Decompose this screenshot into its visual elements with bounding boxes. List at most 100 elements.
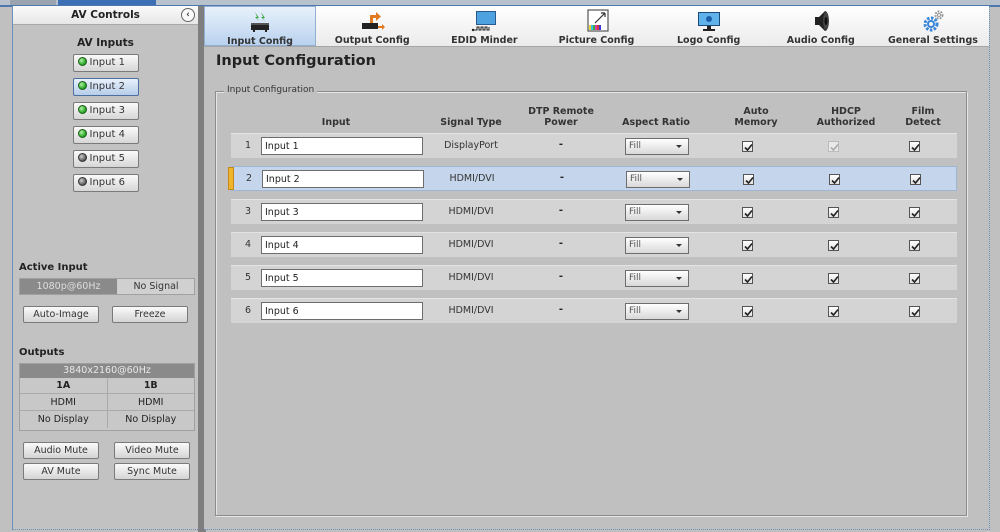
av-input-button-6[interactable]: Input 6 (72, 174, 139, 192)
film-detect-checkbox[interactable] (910, 174, 921, 185)
aspect-ratio-select[interactable]: Fill (625, 138, 689, 155)
dtp-remote-power: - (559, 172, 565, 183)
tab-input-config[interactable]: Input Config (204, 6, 317, 47)
hdcp-authorized-checkbox[interactable] (828, 273, 839, 284)
outputs-title: Outputs (19, 347, 65, 358)
hdcp-authorized-checkbox[interactable] (829, 174, 840, 185)
aspect-ratio-value: Fill (629, 207, 642, 217)
input-name-field[interactable] (261, 137, 423, 155)
video-mute-button[interactable]: Video Mute (114, 442, 190, 459)
table-row[interactable]: 5 HDMI/DVI - Fill (231, 265, 957, 290)
tab-edid-minder[interactable]: EDID Minder (428, 6, 540, 46)
av-input-label: Input 3 (89, 105, 125, 116)
av-controls-sidebar: AV Controls ‹ AV Inputs Input 1 Input 2 In… (12, 6, 198, 530)
av-input-button-2[interactable]: Input 2 (72, 78, 139, 96)
av-inputs-title: AV Inputs (77, 37, 134, 49)
dropdown-arrow-icon (676, 211, 682, 214)
tab-label: General Settings (887, 35, 978, 46)
auto-memory-checkbox[interactable] (742, 240, 753, 251)
aspect-ratio-select[interactable]: Fill (625, 204, 689, 221)
film-detect-checkbox[interactable] (909, 207, 920, 218)
table-row[interactable]: 3 HDMI/DVI - Fill (231, 199, 957, 224)
input-name-field[interactable] (261, 236, 423, 254)
freeze-button[interactable]: Freeze (112, 306, 188, 323)
hdcp-authorized-checkbox[interactable] (828, 207, 839, 218)
aspect-ratio-value: Fill (629, 240, 642, 250)
tab-logo-config[interactable]: Logo Config (653, 6, 765, 46)
auto-image-button[interactable]: Auto-Image (23, 306, 99, 323)
tab-label: Logo Config (676, 35, 741, 46)
col-header-line: HDCP (831, 106, 861, 117)
output-resolution: 3840x2160@60Hz (20, 364, 194, 378)
status-led-icon (77, 81, 87, 90)
dropdown-arrow-icon (676, 244, 682, 247)
tab-general-settings[interactable]: General Settings (877, 6, 989, 46)
output-type-1a: HDMI (50, 397, 76, 408)
auto-memory-checkbox[interactable] (743, 174, 754, 185)
output-col-1b: 1B (106, 378, 195, 393)
selected-row-marker (228, 167, 234, 190)
dtp-remote-power: - (558, 238, 564, 249)
chevron-left-circle-icon[interactable]: ‹ (181, 8, 195, 22)
av-mute-button[interactable]: AV Mute (23, 463, 99, 480)
input-name-field[interactable] (261, 203, 423, 221)
input-name-field[interactable] (261, 269, 423, 287)
signal-type: HDMI/DVI (448, 206, 494, 217)
tab-audio-config[interactable]: Audio Config (765, 6, 877, 46)
tab-output-config[interactable]: Output Config (316, 6, 428, 46)
input-name-field[interactable] (261, 302, 423, 320)
av-input-button-1[interactable]: Input 1 (72, 54, 139, 72)
outputs-status: 3840x2160@60Hz 1A 1B HDMI HDMI No Displa… (19, 363, 195, 431)
av-input-button-3[interactable]: Input 3 (72, 102, 139, 120)
tab-label: Input Config (227, 36, 293, 47)
row-number: 2 (246, 173, 253, 184)
config-toolbar: Input Config Output Config EDID Minder P… (204, 6, 989, 47)
hdcp-authorized-checkbox[interactable] (828, 240, 839, 251)
auto-memory-checkbox[interactable] (742, 306, 753, 317)
col-header-line: Power (544, 117, 578, 128)
tab-label: Picture Config (558, 35, 635, 46)
sync-mute-button[interactable]: Sync Mute (114, 463, 190, 480)
film-detect-checkbox[interactable] (909, 240, 920, 251)
tab-label: Output Config (334, 35, 410, 46)
status-led-icon (77, 153, 87, 162)
auto-memory-checkbox[interactable] (742, 207, 753, 218)
aspect-ratio-select[interactable]: Fill (625, 270, 689, 287)
film-detect-checkbox[interactable] (909, 306, 920, 317)
aspect-ratio-select[interactable]: Fill (625, 237, 689, 254)
col-header-auto-memory: Auto Memory (726, 106, 786, 128)
picture-config-icon (586, 9, 609, 32)
row-number: 3 (245, 206, 252, 217)
input-configuration-group: Input Configuration Input Signal Type DT… (215, 85, 967, 516)
dtp-remote-power: - (558, 304, 564, 315)
av-input-label: Input 2 (89, 81, 125, 92)
input-name-field[interactable] (262, 170, 424, 188)
auto-memory-checkbox[interactable] (742, 141, 753, 152)
table-row[interactable]: 2 HDMI/DVI - Fill (228, 166, 957, 191)
output-column-headers: 1A 1B (20, 378, 194, 394)
col-header-dtp-remote-power: DTP Remote Power (521, 106, 601, 128)
status-led-icon (77, 177, 87, 186)
dropdown-arrow-icon (676, 145, 682, 148)
film-detect-checkbox[interactable] (909, 273, 920, 284)
tab-label: EDID Minder (451, 35, 518, 46)
dtp-remote-power: - (558, 139, 564, 150)
table-row[interactable]: 1 DisplayPort - Fill (231, 133, 957, 158)
av-input-button-4[interactable]: Input 4 (72, 126, 139, 144)
table-row[interactable]: 4 HDMI/DVI - Fill (231, 232, 957, 257)
aspect-ratio-select[interactable]: Fill (625, 303, 689, 320)
output-type-1b: HDMI (106, 394, 195, 410)
film-detect-checkbox[interactable] (909, 141, 920, 152)
hdcp-authorized-checkbox[interactable] (828, 141, 839, 152)
audio-mute-button[interactable]: Audio Mute (23, 442, 99, 459)
signal-type: HDMI/DVI (448, 272, 494, 283)
aspect-ratio-select[interactable]: Fill (626, 171, 690, 188)
tab-picture-config[interactable]: Picture Config (540, 6, 652, 46)
table-row[interactable]: 6 HDMI/DVI - Fill (231, 298, 957, 323)
av-input-button-5[interactable]: Input 5 (72, 150, 139, 168)
hdcp-authorized-checkbox[interactable] (828, 306, 839, 317)
row-number: 6 (245, 305, 252, 316)
auto-memory-checkbox[interactable] (742, 273, 753, 284)
dropdown-arrow-icon (677, 178, 683, 181)
output-config-icon (362, 12, 386, 30)
